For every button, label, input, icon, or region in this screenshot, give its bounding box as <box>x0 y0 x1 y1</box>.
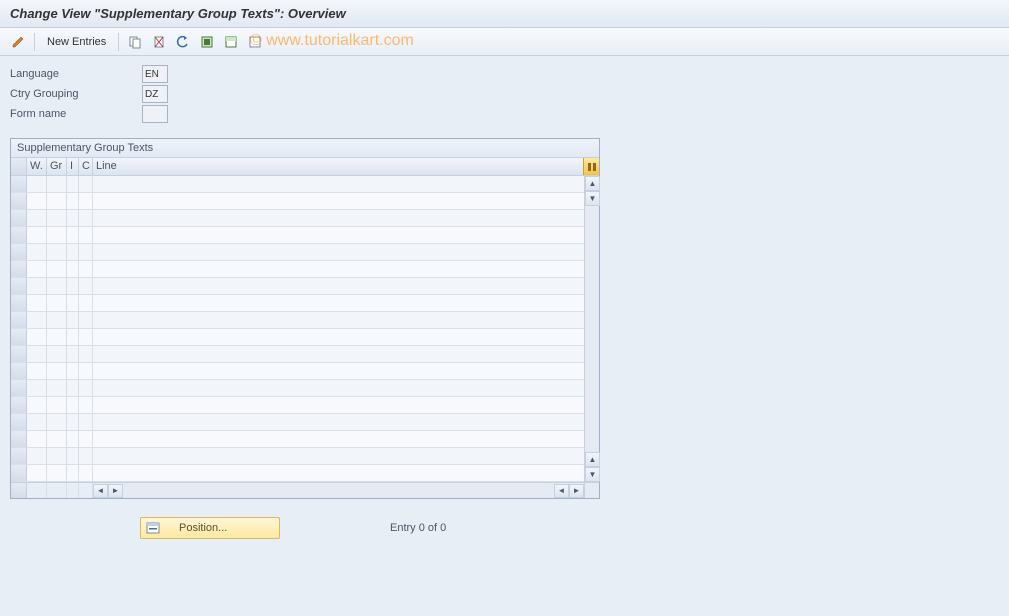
language-label: Language <box>10 68 142 80</box>
scroll-down-icon[interactable]: ▼ <box>585 191 600 206</box>
toolbar-separator <box>34 33 35 51</box>
col-line[interactable]: Line <box>93 158 599 175</box>
table-row[interactable] <box>11 346 584 363</box>
scroll-right-icon[interactable]: ► <box>569 484 584 498</box>
horizontal-scrollbar[interactable]: ◄ ► ◄ ► <box>93 483 584 498</box>
col-w[interactable]: W. <box>27 158 47 175</box>
table-row[interactable] <box>11 465 584 482</box>
col-gr[interactable]: Gr <box>47 158 67 175</box>
table-row[interactable] <box>11 278 584 295</box>
header-fields: Language EN Ctry Grouping DZ Form name <box>10 64 999 124</box>
table-header: W. Gr I C Line <box>11 158 599 176</box>
page-title: Change View "Supplementary Group Texts":… <box>0 0 1009 28</box>
scroll-up-icon[interactable]: ▲ <box>585 452 600 467</box>
toggle-edit-icon[interactable] <box>8 32 28 52</box>
toolbar: New Entries <box>0 28 1009 56</box>
scroll-left-icon[interactable]: ◄ <box>93 484 108 498</box>
scroll-down-icon[interactable]: ▼ <box>585 467 600 482</box>
scroll-right-icon[interactable]: ► <box>108 484 123 498</box>
scroll-up-icon[interactable]: ▲ <box>585 176 600 191</box>
table-row[interactable] <box>11 261 584 278</box>
table-title: Supplementary Group Texts <box>11 139 599 158</box>
horizontal-scroll-row: ◄ ► ◄ ► <box>11 482 599 498</box>
undo-icon[interactable] <box>173 32 193 52</box>
scroll-left-icon[interactable]: ◄ <box>554 484 569 498</box>
form-name-field[interactable] <box>142 105 168 123</box>
ctry-grouping-field[interactable]: DZ <box>142 85 168 103</box>
content-area: Language EN Ctry Grouping DZ Form name S… <box>0 56 1009 547</box>
footer: Position... Entry 0 of 0 <box>10 517 999 539</box>
position-icon <box>145 520 161 536</box>
table-row[interactable] <box>11 312 584 329</box>
table-row[interactable] <box>11 176 584 193</box>
deselect-all-icon[interactable] <box>245 32 265 52</box>
table-row[interactable] <box>11 397 584 414</box>
table-row[interactable] <box>11 227 584 244</box>
toolbar-separator <box>118 33 119 51</box>
table-row[interactable] <box>11 295 584 312</box>
col-i[interactable]: I <box>67 158 79 175</box>
position-button[interactable]: Position... <box>140 517 280 539</box>
select-all-icon[interactable] <box>197 32 217 52</box>
vertical-scrollbar[interactable]: ▲ ▼ ▲ ▼ <box>584 176 599 482</box>
copy-as-icon[interactable] <box>125 32 145 52</box>
table-config-icon[interactable] <box>583 158 599 175</box>
table-row[interactable] <box>11 193 584 210</box>
table-panel: Supplementary Group Texts W. Gr I C Line… <box>10 138 600 499</box>
table-row[interactable] <box>11 210 584 227</box>
position-label: Position... <box>179 522 227 534</box>
table-row[interactable] <box>11 414 584 431</box>
table-row[interactable] <box>11 380 584 397</box>
delete-icon[interactable] <box>149 32 169 52</box>
language-field[interactable]: EN <box>142 65 168 83</box>
table-row[interactable] <box>11 448 584 465</box>
ctry-grouping-label: Ctry Grouping <box>10 88 142 100</box>
table-row[interactable] <box>11 329 584 346</box>
col-c[interactable]: C <box>79 158 93 175</box>
table-body <box>11 176 584 482</box>
table-row[interactable] <box>11 431 584 448</box>
form-name-label: Form name <box>10 108 142 120</box>
table-row[interactable] <box>11 244 584 261</box>
table-row[interactable] <box>11 363 584 380</box>
entry-counter: Entry 0 of 0 <box>390 522 446 534</box>
new-entries-button[interactable]: New Entries <box>41 32 112 52</box>
col-selector[interactable] <box>11 158 27 175</box>
select-block-icon[interactable] <box>221 32 241 52</box>
